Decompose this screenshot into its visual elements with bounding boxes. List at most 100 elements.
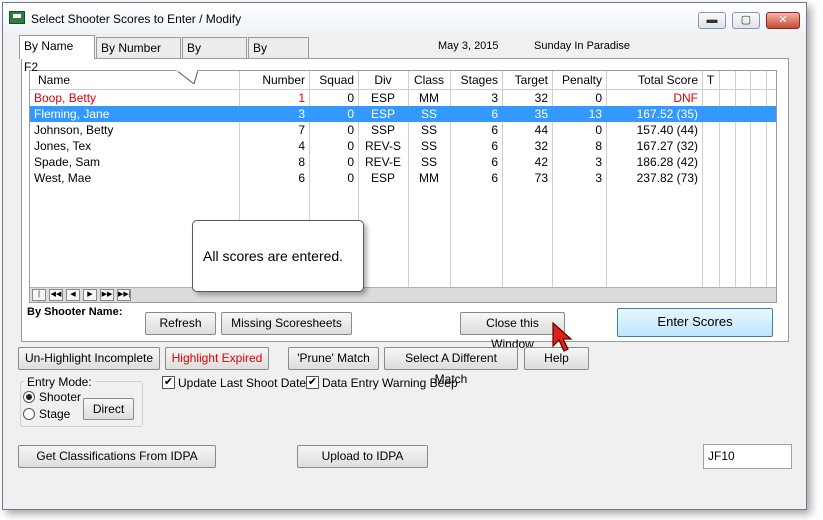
tab-by-number[interactable]: By Number F3 bbox=[96, 37, 181, 76]
first-page-icon[interactable]: |◀◀ bbox=[32, 289, 46, 302]
table-row[interactable]: Johnson, Betty 7 0 SSP SS 6 44 0 157.40 … bbox=[30, 122, 776, 138]
tab-by-division[interactable]: By Division bbox=[182, 37, 247, 76]
main-window: Select Shooter Scores to Enter / Modify … bbox=[2, 2, 807, 510]
cell-target: 44 bbox=[534, 123, 548, 137]
cell-div: ESP bbox=[370, 171, 395, 185]
cell-total-score: DNF bbox=[673, 91, 698, 105]
cell-div: SSP bbox=[370, 123, 395, 137]
col-header-squad[interactable]: Squad bbox=[309, 72, 358, 88]
refresh-button[interactable]: Refresh bbox=[145, 312, 216, 335]
status-tooltip: All scores are entered. bbox=[192, 220, 364, 292]
cell-class: MM bbox=[419, 171, 439, 185]
cell-target: 42 bbox=[534, 155, 548, 169]
cell-total-score: 186.28 (42) bbox=[636, 155, 698, 169]
cell-target: 73 bbox=[534, 171, 548, 185]
tab-by-name[interactable]: By Name F2 bbox=[19, 35, 95, 74]
shooter-radio-label[interactable]: Shooter bbox=[39, 390, 81, 404]
col-header-number[interactable]: Number bbox=[239, 72, 309, 88]
table-row[interactable]: Jones, Tex 4 0 REV-S SS 6 32 8 167.27 (3… bbox=[30, 138, 776, 154]
match-date: May 3, 2015 bbox=[438, 40, 499, 52]
cell-stages: 6 bbox=[491, 139, 498, 153]
entry-mode-label: Entry Mode: bbox=[24, 375, 95, 389]
col-header-stages[interactable]: Stages bbox=[450, 72, 502, 88]
table-row-selected[interactable]: Fleming, Jane 3 0 ESP SS 6 35 13 167.52 … bbox=[30, 106, 776, 122]
cell-total-score: 237.82 (73) bbox=[636, 171, 698, 185]
cell-div: ESP bbox=[370, 91, 395, 105]
col-header-penalty[interactable]: Penalty bbox=[552, 72, 606, 88]
cell-total-score: 167.27 (32) bbox=[636, 139, 698, 153]
stage-radio-label[interactable]: Stage bbox=[39, 407, 70, 421]
grid-header: Name Number Squad Div Class Stages Targe… bbox=[30, 72, 776, 88]
cell-name: West, Mae bbox=[34, 171, 92, 185]
cell-name: Spade, Sam bbox=[34, 155, 101, 169]
cell-class: SS bbox=[420, 155, 437, 169]
cell-stages: 6 bbox=[491, 155, 498, 169]
cell-squad: 0 bbox=[347, 107, 354, 121]
cell-stages: 3 bbox=[491, 91, 498, 105]
close-window-icon[interactable]: ✕ bbox=[766, 12, 800, 29]
cell-number: 6 bbox=[298, 171, 305, 185]
scores-grid[interactable]: Name Number Squad Div Class Stages Targe… bbox=[29, 70, 777, 303]
col-header-t[interactable]: T bbox=[702, 72, 719, 88]
match-name: Sunday In Paradise bbox=[534, 40, 631, 52]
cell-penalty: 13 bbox=[588, 107, 602, 121]
cell-target: 35 bbox=[534, 107, 548, 121]
cell-name: Jones, Tex bbox=[34, 139, 92, 153]
col-header-class[interactable]: Class bbox=[408, 72, 450, 88]
tooltip-text: All scores are entered. bbox=[203, 248, 344, 264]
enter-scores-button[interactable]: Enter Scores bbox=[617, 308, 773, 337]
last-page-icon[interactable]: ▶▶| bbox=[117, 289, 131, 301]
data-entry-warning-beep-label[interactable]: Data Entry Warning Beep bbox=[322, 376, 458, 390]
un-highlight-incomplete-button[interactable]: Un-Highlight Incomplete bbox=[18, 347, 160, 370]
col-header-name[interactable]: Name bbox=[34, 72, 239, 88]
cell-class: MM bbox=[419, 91, 439, 105]
maximize-button[interactable]: ▢ bbox=[732, 12, 760, 29]
cell-penalty: 0 bbox=[595, 123, 602, 137]
cell-penalty: 3 bbox=[595, 171, 602, 185]
cell-number: 7 bbox=[298, 123, 305, 137]
table-row[interactable]: Spade, Sam 8 0 REV-E SS 6 42 3 186.28 (4… bbox=[30, 154, 776, 170]
tab-panel: Name Number Squad Div Class Stages Targe… bbox=[21, 58, 789, 342]
highlight-expired-button[interactable]: Highlight Expired bbox=[165, 347, 269, 370]
mouse-cursor-icon bbox=[552, 322, 573, 352]
col-header-total-score[interactable]: Total Score bbox=[606, 72, 702, 88]
code-input[interactable]: JF10 bbox=[703, 444, 792, 469]
data-entry-warning-beep-checkbox[interactable]: ✔ bbox=[306, 376, 319, 389]
cell-number: 4 bbox=[298, 139, 305, 153]
update-last-shoot-date-label[interactable]: Update Last Shoot Date bbox=[178, 376, 306, 390]
cell-stages: 6 bbox=[491, 171, 498, 185]
col-header-div[interactable]: Div bbox=[358, 72, 408, 88]
cell-squad: 0 bbox=[347, 155, 354, 169]
tooltip-pointer-icon bbox=[176, 70, 198, 84]
by-shooter-name-label: By Shooter Name: bbox=[27, 306, 123, 318]
prev-page-icon[interactable]: ◀◀ bbox=[49, 289, 63, 301]
title-bar[interactable]: Select Shooter Scores to Enter / Modify … bbox=[3, 3, 806, 33]
missing-scoresheets-button[interactable]: Missing Scoresheets bbox=[221, 312, 352, 335]
direct-button[interactable]: Direct bbox=[83, 398, 134, 420]
cell-squad: 0 bbox=[347, 171, 354, 185]
cell-name: Boop, Betty bbox=[34, 91, 97, 105]
table-row[interactable]: West, Mae 6 0 ESP MM 6 73 3 237.82 (73) bbox=[30, 170, 776, 186]
table-row[interactable]: Boop, Betty 1 0 ESP MM 3 32 0 DNF bbox=[30, 90, 776, 106]
cell-target: 32 bbox=[534, 139, 548, 153]
close-this-window-button[interactable]: Close this Window bbox=[460, 312, 565, 351]
col-header-target[interactable]: Target bbox=[502, 72, 552, 88]
minimize-button[interactable]: ▬ bbox=[698, 12, 726, 29]
cell-stages: 6 bbox=[491, 123, 498, 137]
cell-penalty: 3 bbox=[595, 155, 602, 169]
upload-to-idpa-button[interactable]: Upload to IDPA bbox=[297, 445, 428, 468]
cell-total-score: 167.52 (35) bbox=[636, 107, 698, 121]
shooter-radio[interactable] bbox=[23, 391, 35, 403]
stage-radio[interactable] bbox=[23, 408, 35, 420]
select-different-match-button[interactable]: Select A Different Match bbox=[384, 347, 518, 386]
cell-div: REV-S bbox=[364, 139, 401, 153]
get-classifications-button[interactable]: Get Classifications From IDPA bbox=[18, 445, 216, 468]
prev-record-icon[interactable]: ◀ bbox=[66, 289, 80, 301]
next-record-icon[interactable]: ▶ bbox=[83, 289, 97, 301]
cell-name: Johnson, Betty bbox=[34, 123, 114, 137]
cell-penalty: 8 bbox=[595, 139, 602, 153]
next-page-icon[interactable]: ▶▶ bbox=[100, 289, 114, 301]
update-last-shoot-date-checkbox[interactable]: ✔ bbox=[162, 376, 175, 389]
tab-by-squad[interactable]: By Squad bbox=[248, 37, 309, 76]
prune-match-button[interactable]: 'Prune' Match bbox=[288, 347, 379, 370]
